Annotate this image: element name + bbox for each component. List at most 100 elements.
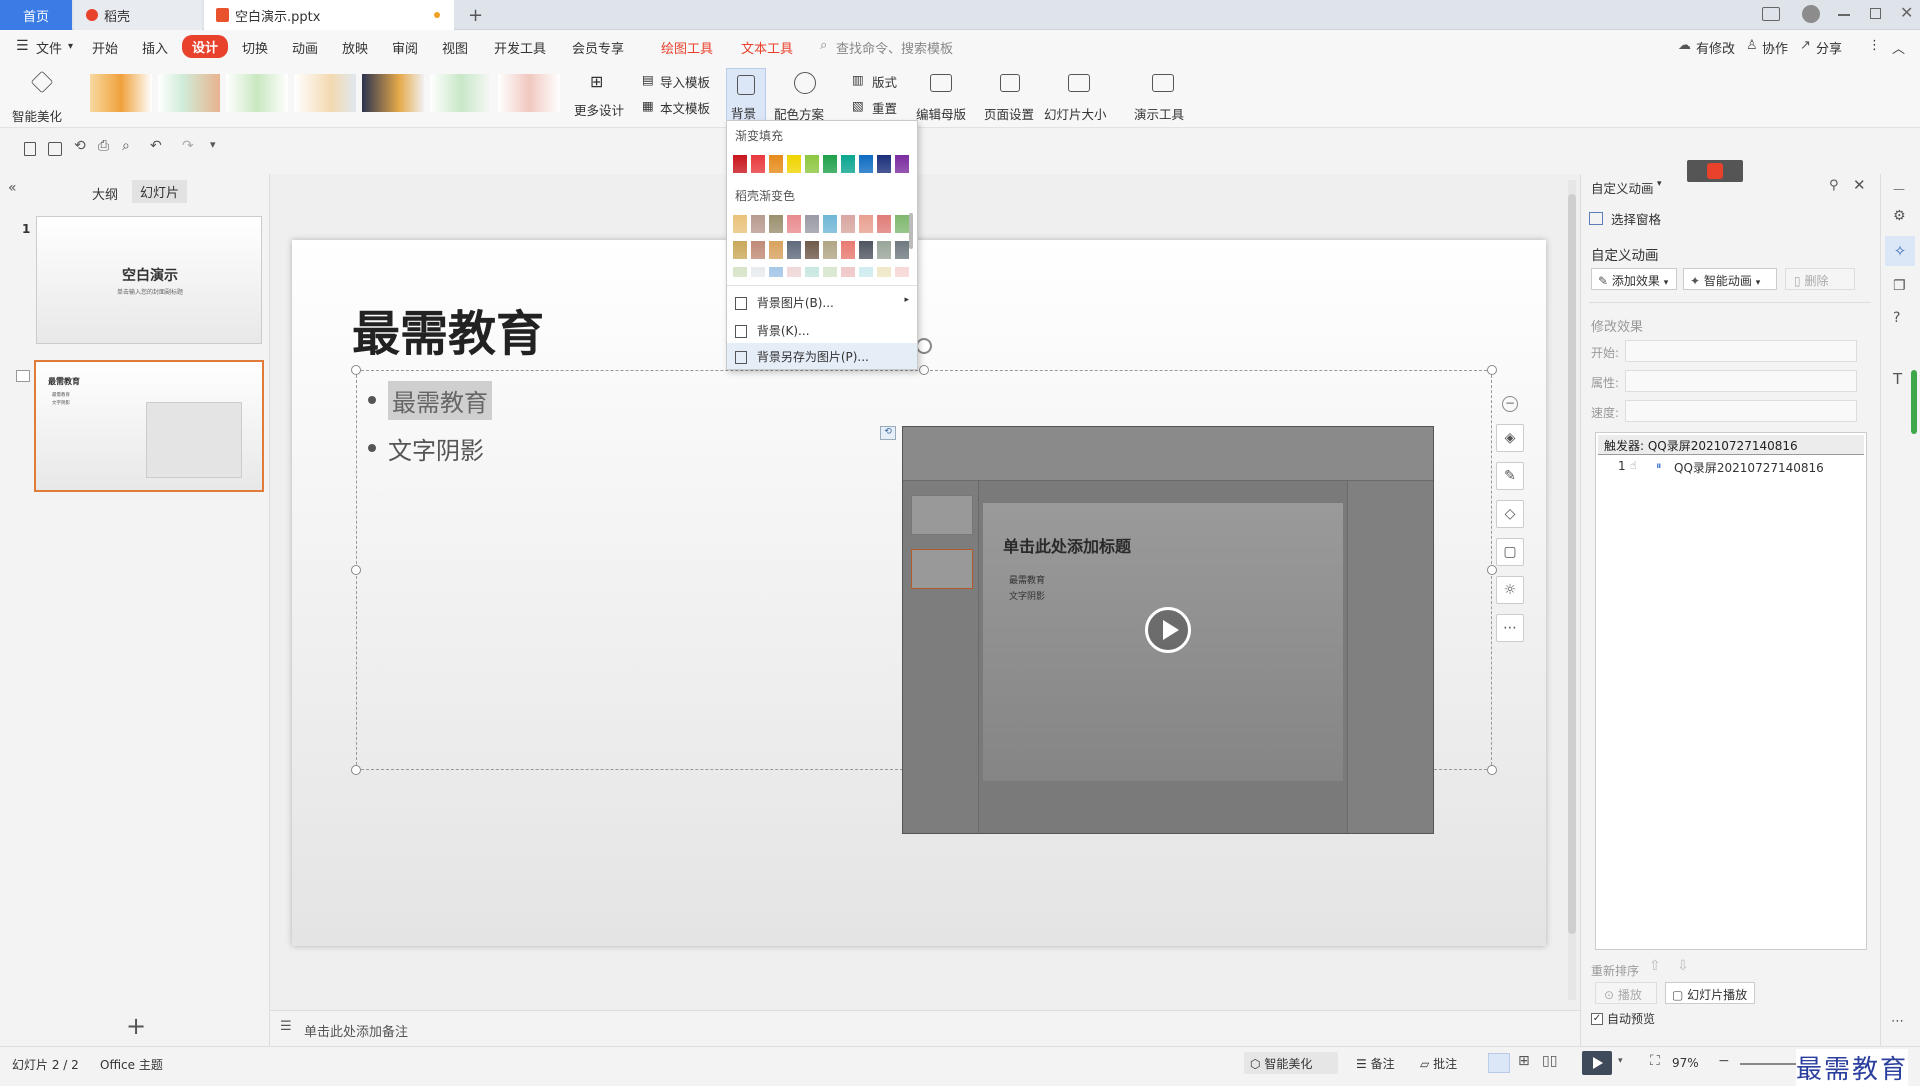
menu-file[interactable]: 文件 [36,38,62,57]
layers-icon[interactable]: ◈ [1496,424,1524,452]
redo-icon[interactable]: ↷ [182,138,194,154]
color-swatch[interactable] [859,155,873,173]
tab-outline[interactable]: 大纲 [92,184,118,203]
save-icon[interactable] [48,142,62,156]
command-search[interactable]: 查找命令、搜索模板 [836,38,953,57]
color-swatch[interactable] [733,267,747,277]
tab-home[interactable]: 首页 [0,0,72,30]
comment-button[interactable]: ▱ 批注 [1420,1055,1457,1072]
color-swatch[interactable] [841,267,855,277]
template-gallery[interactable] [90,74,566,114]
play-slideshow-button[interactable] [1582,1051,1612,1075]
new-file-icon[interactable] [24,142,36,156]
modified-button[interactable]: 有修改 [1696,38,1735,57]
background-picture-menu-item[interactable]: 背景图片(B)... ▸ [727,289,917,315]
property-settings-icon[interactable]: ⚙ [1893,208,1906,224]
text-icon[interactable]: T [1893,370,1902,388]
color-swatch[interactable] [895,155,909,173]
video-link-icon[interactable]: ⟲ [880,426,896,440]
notes-bar[interactable]: ☰ 单击此处添加备注 [270,1010,1580,1046]
color-swatch[interactable] [787,215,801,233]
new-tab-button[interactable]: + [456,0,495,30]
tab-daoke[interactable]: 稻壳 [74,0,202,30]
undo-icon[interactable]: ↶ [150,138,162,154]
move-down-icon[interactable]: ⇩ [1677,958,1689,974]
template-thumb[interactable] [158,74,220,112]
color-swatch[interactable] [769,215,783,233]
anim-item-name[interactable]: QQ录屏20210727140816 [1674,459,1824,476]
color-scheme-button[interactable]: 配色方案 [774,70,834,124]
hamburger-icon[interactable]: ☰ [16,38,29,54]
color-swatch[interactable] [823,267,837,277]
property-select[interactable] [1625,370,1857,392]
more-options-icon[interactable]: ⋯ [1891,1014,1904,1029]
menu-slideshow[interactable]: 放映 [342,38,368,57]
resize-handle[interactable] [351,765,361,775]
fit-window-icon[interactable]: ⛶ [1650,1053,1660,1069]
reset-button[interactable]: ▧ 重置 [852,98,912,118]
bullet-item[interactable]: 文字阴影 [368,426,484,470]
color-swatch[interactable] [805,215,819,233]
template-thumb[interactable] [430,74,492,112]
color-swatch[interactable] [751,267,765,277]
this-template-button[interactable]: ▦ 本文模板 [642,98,722,118]
color-swatch[interactable] [769,155,783,173]
color-swatch[interactable] [895,215,909,233]
menu-drawing-tools[interactable]: 绘图工具 [661,38,713,57]
color-swatch[interactable] [733,215,747,233]
move-up-icon[interactable]: ⇧ [1649,958,1661,974]
bulb-icon[interactable]: ☼ [1496,576,1524,604]
template-thumb[interactable] [498,74,560,112]
play-button-icon[interactable] [1145,607,1191,653]
color-swatch[interactable] [877,267,891,277]
template-thumb[interactable] [362,74,424,112]
menu-developer[interactable]: 开发工具 [494,38,546,57]
bullet-item[interactable]: 最需教育 [368,378,492,422]
color-swatch[interactable] [859,267,873,277]
collaborate-button[interactable]: 协作 [1762,38,1788,57]
collapse-ribbon-icon[interactable]: ︿ [1892,38,1905,57]
pen-icon[interactable]: ✎ [1496,462,1524,490]
pane-title[interactable]: 自定义动画 [1591,178,1654,197]
color-swatch[interactable] [823,155,837,173]
color-swatch[interactable] [733,155,747,173]
preview-icon[interactable]: ⌕ [122,138,130,154]
rail-slider-track[interactable] [1911,370,1917,434]
resize-handle[interactable] [351,365,361,375]
more-icon[interactable]: ⋮ [1868,38,1881,53]
layout-button[interactable]: ▥ 版式 [852,72,912,92]
zoom-minus-icon[interactable]: − [1502,396,1518,412]
menu-text-tools[interactable]: 文本工具 [741,38,793,57]
select-pane-button[interactable]: 选择窗格 [1589,208,1661,228]
template-thumb[interactable] [90,74,152,112]
template-thumb[interactable] [226,74,288,112]
color-swatch[interactable] [751,155,765,173]
background-button[interactable]: 背景 [726,68,766,124]
close-pane-icon[interactable]: ✕ [1853,176,1866,194]
trigger-row[interactable]: 触发器: QQ录屏20210727140816 [1598,435,1864,455]
color-swatch[interactable] [859,241,873,259]
color-swatch[interactable] [751,215,765,233]
color-swatch[interactable] [895,241,909,259]
window-layout-icon[interactable] [1762,7,1780,21]
color-swatch[interactable] [733,241,747,259]
menu-switch[interactable]: 切换 [242,38,268,57]
help-icon[interactable]: ? [1893,310,1900,326]
resize-handle[interactable] [351,565,361,575]
menu-review[interactable]: 审阅 [392,38,418,57]
color-swatch[interactable] [823,215,837,233]
reading-view-icon[interactable]: ▯▯ [1542,1053,1557,1069]
export-icon[interactable]: ⟲ [74,138,86,154]
speed-select[interactable] [1625,400,1857,422]
menu-view[interactable]: 视图 [442,38,468,57]
color-swatch[interactable] [805,267,819,277]
menu-design[interactable]: 设计 [182,35,229,58]
slide-size-button[interactable]: 幻灯片大小 [1044,70,1116,124]
video-object[interactable]: 单击此处添加标题 最需教育 文字阴影 [902,426,1434,834]
zoom-level[interactable]: 97% [1672,1056,1699,1070]
color-swatch[interactable] [805,241,819,259]
more-design-button[interactable]: ⊞ 更多设计 [572,70,628,124]
color-swatch[interactable] [751,241,765,259]
color-swatch[interactable] [841,241,855,259]
resize-handle[interactable] [1487,365,1497,375]
